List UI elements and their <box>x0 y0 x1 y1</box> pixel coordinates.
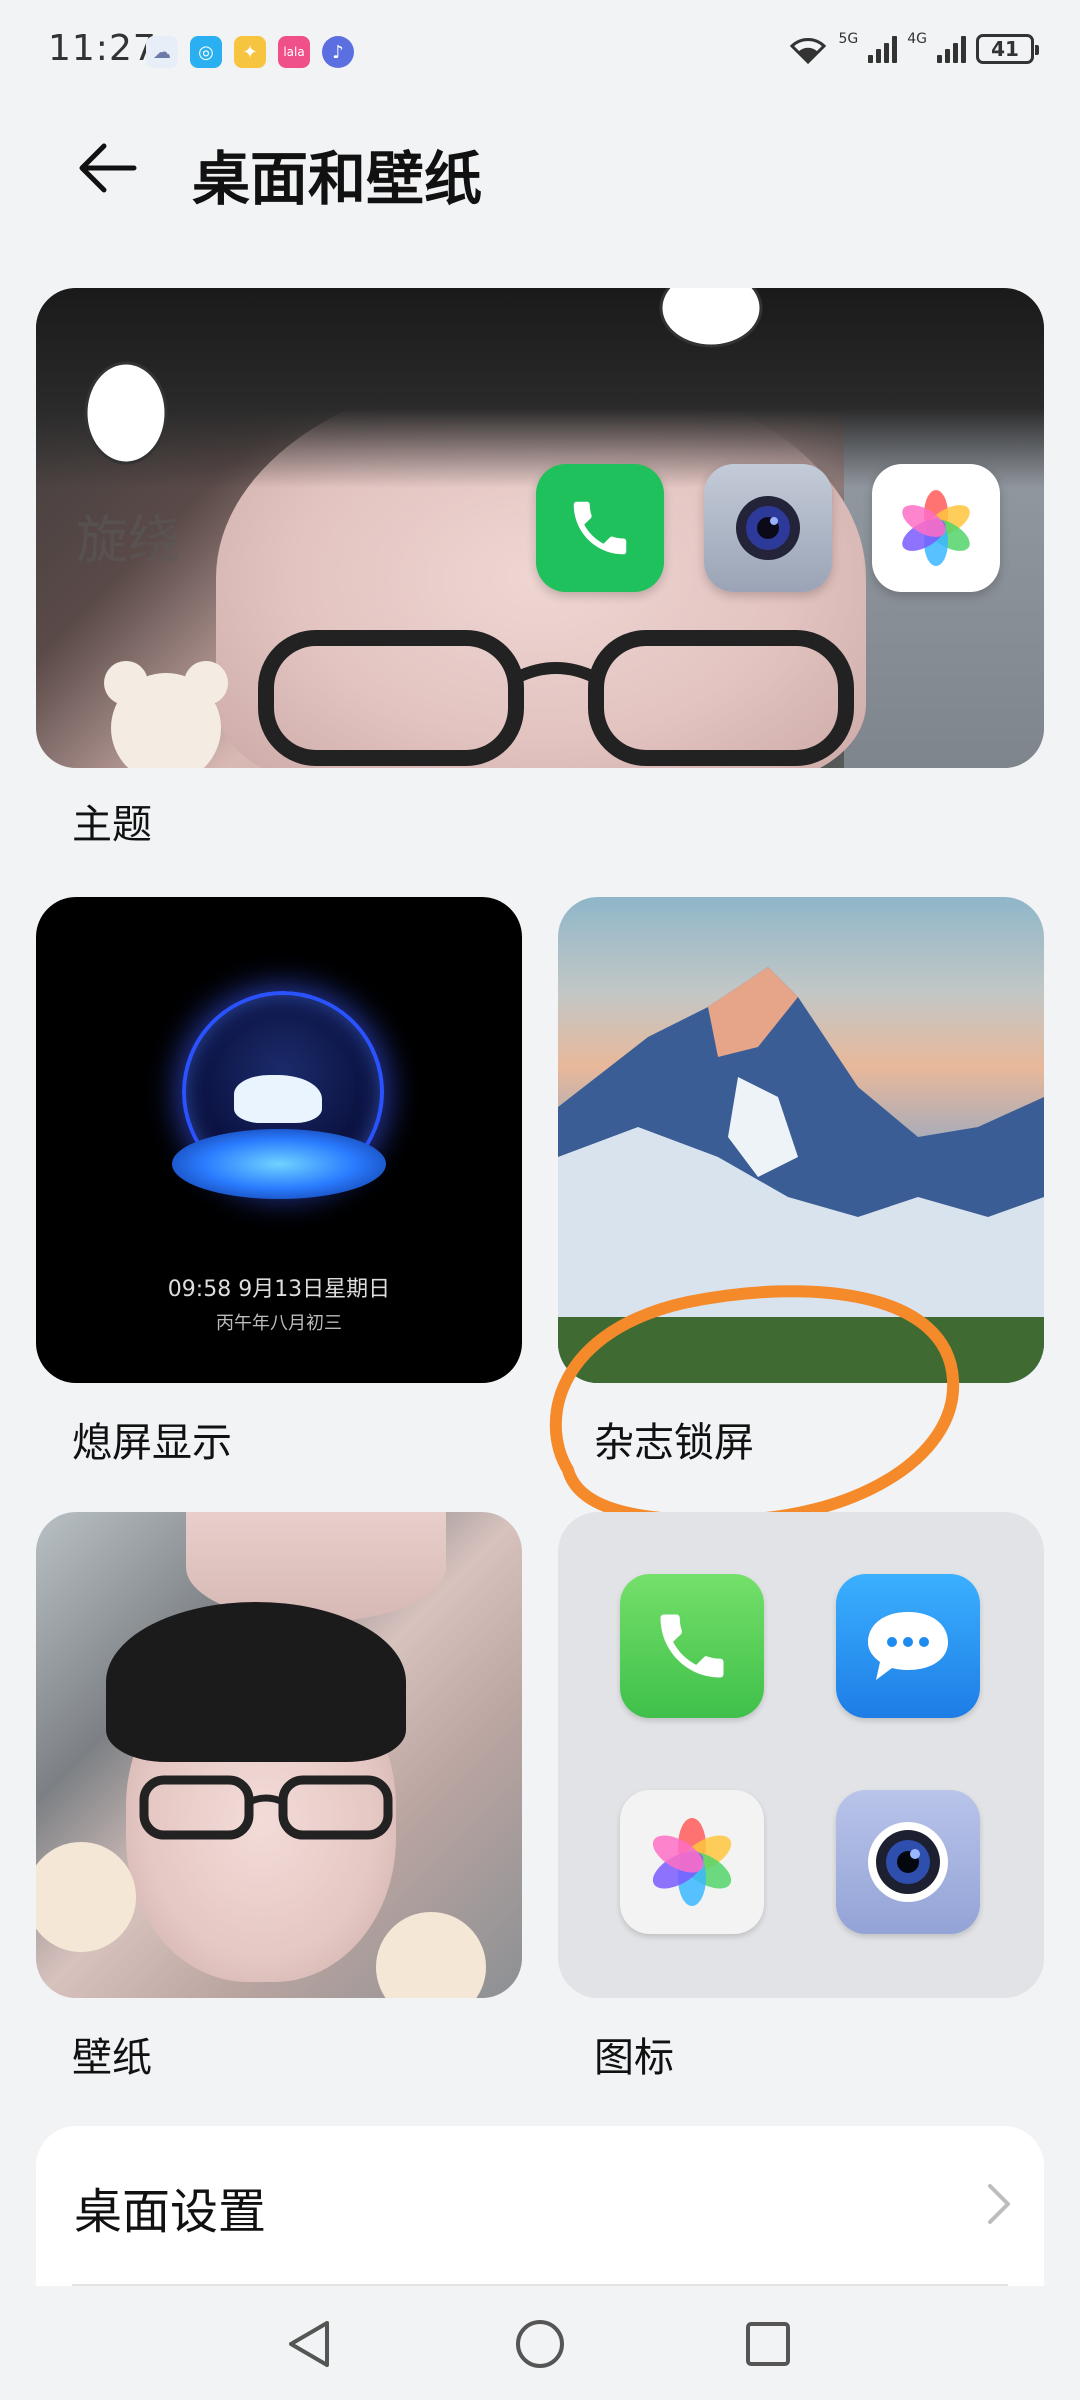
page-title: 桌面和壁纸 <box>192 145 483 213</box>
status-indicators: 5G 4G 41 <box>788 31 1039 64</box>
network-5g-label: 5G <box>838 31 859 47</box>
triangle-back-icon <box>289 2321 329 2367</box>
sticker-top <box>659 288 763 348</box>
pinwheel-app-icon: ✦ <box>234 36 266 68</box>
aod-polar-bear <box>234 1075 322 1123</box>
always-on-display-card[interactable]: 09:58 9月13日星期日 丙午年八月初三 <box>36 897 522 1383</box>
navigation-bar <box>0 2286 1080 2400</box>
lala-app-icon: lala <box>278 36 310 68</box>
mountain-image <box>558 967 1044 1383</box>
battery-level: 41 <box>991 37 1019 61</box>
square-recents-icon <box>746 2322 790 2366</box>
signal-5g-icon <box>868 35 898 63</box>
chevron-right-icon <box>988 2184 1010 2224</box>
battery-icon: 41 <box>976 34 1039 64</box>
notification-icons: ☁ ◎ ✦ lala ♪ <box>146 36 354 68</box>
signal-4g-icon <box>937 35 966 63</box>
theme-watermark: 旋绕 <box>76 511 181 571</box>
desktop-settings-row[interactable]: 桌面设置 <box>36 2126 1044 2286</box>
icons-phone-icon <box>620 1574 764 1718</box>
header: 桌面和壁纸 <box>0 104 1080 234</box>
theme-camera-icon <box>704 464 832 592</box>
wallpaper-hair <box>106 1602 406 1762</box>
aod-ice-base <box>172 1129 386 1199</box>
nav-back-button[interactable] <box>278 2312 342 2376</box>
nav-recents-button[interactable] <box>736 2312 800 2376</box>
music-app-icon: ♪ <box>322 36 354 68</box>
aod-lunar-text: 丙午年八月初三 <box>216 1313 342 1334</box>
wallpaper-label: 壁纸 <box>72 2035 152 2081</box>
aod-time-text: 09:58 9月13日星期日 <box>167 1277 391 1302</box>
theme-preview-hair <box>36 288 1044 488</box>
icons-gallery-icon <box>620 1790 764 1934</box>
sticker-left <box>104 661 228 768</box>
icons-camera-icon <box>836 1790 980 1934</box>
nav-home-button[interactable] <box>508 2312 572 2376</box>
theme-label: 主题 <box>72 802 152 848</box>
magazine-lock-label: 杂志锁屏 <box>594 1420 754 1466</box>
icons-message-icon <box>836 1574 980 1718</box>
back-arrow-icon <box>79 143 137 193</box>
network-4g-label: 4G <box>907 31 927 47</box>
status-bar: 11:27 ☁ ◎ ✦ lala ♪ 5G 4G 41 <box>0 0 1080 104</box>
browser-app-icon: ◎ <box>190 36 222 68</box>
icons-label: 图标 <box>594 2035 674 2081</box>
ghost-app-icon: ☁ <box>146 36 178 68</box>
wallpaper-glasses <box>139 1775 393 1840</box>
wallpaper-bear-left <box>36 1842 136 1952</box>
theme-preview-glasses <box>258 630 854 766</box>
status-time: 11:27 <box>48 28 157 69</box>
wifi-icon <box>790 38 827 64</box>
wallpaper-bear-right <box>376 1912 486 1998</box>
theme-card[interactable]: 旋绕 <box>36 288 1044 768</box>
aod-label: 熄屏显示 <box>72 1420 232 1466</box>
desktop-settings-label: 桌面设置 <box>74 2184 267 2240</box>
sticker-bear-ear <box>84 361 168 465</box>
icons-card[interactable] <box>558 1512 1044 1998</box>
back-button[interactable] <box>70 130 146 206</box>
wallpaper-card[interactable] <box>36 1512 522 1998</box>
theme-gallery-icon <box>872 464 1000 592</box>
magazine-lock-card[interactable] <box>558 897 1044 1383</box>
theme-phone-icon <box>536 464 664 592</box>
circle-home-icon <box>516 2320 564 2368</box>
